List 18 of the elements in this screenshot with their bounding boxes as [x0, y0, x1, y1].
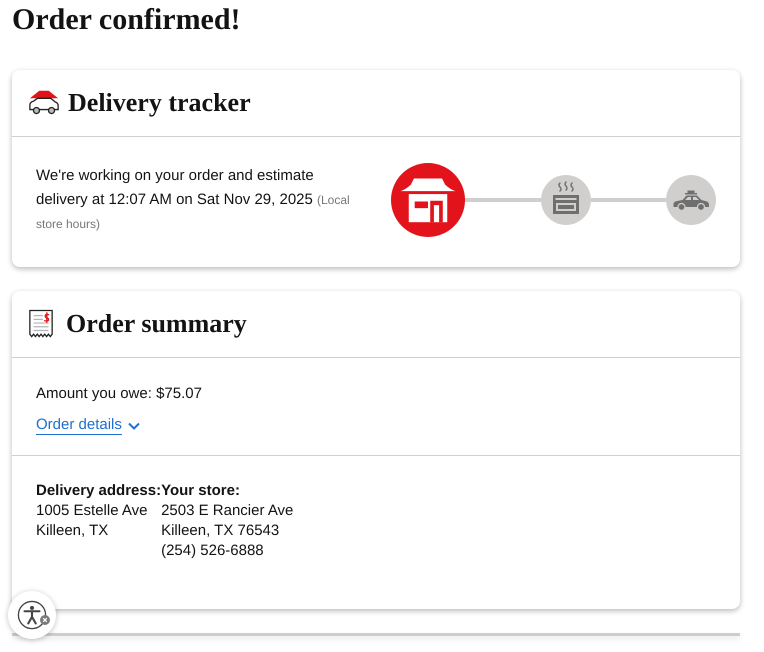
accessibility-icon: [17, 600, 47, 630]
store-address-line: Killeen, TX 76543: [161, 521, 280, 541]
page-title: Order confirmed!: [12, 2, 242, 38]
store-address-line: (254) 526-6888: [161, 541, 265, 561]
delivery-estimate-text: We're working on your order and estimate delivery at 12:07 AM on Sat Nov 29, 2025 (Local store hours): [36, 166, 351, 233]
accessibility-button[interactable]: [8, 591, 56, 639]
close-icon: [40, 615, 50, 625]
card-title: Delivery tracker: [68, 87, 251, 119]
store-label: Your store:: [161, 481, 241, 501]
receipt-icon: [28, 309, 54, 339]
amount-owed-text: Amount you owe: $75.07: [36, 384, 203, 404]
delivery-car-icon: [28, 89, 60, 117]
card-title: Order summary: [66, 308, 247, 340]
address-line: 1005 Estelle Ave: [36, 501, 148, 521]
order-details-link[interactable]: Order details: [36, 416, 140, 435]
store-address-line: 2503 E Rancier Ave: [161, 501, 294, 521]
address-label: Delivery address:: [36, 481, 162, 501]
address-line: Killeen, TX: [36, 521, 110, 541]
